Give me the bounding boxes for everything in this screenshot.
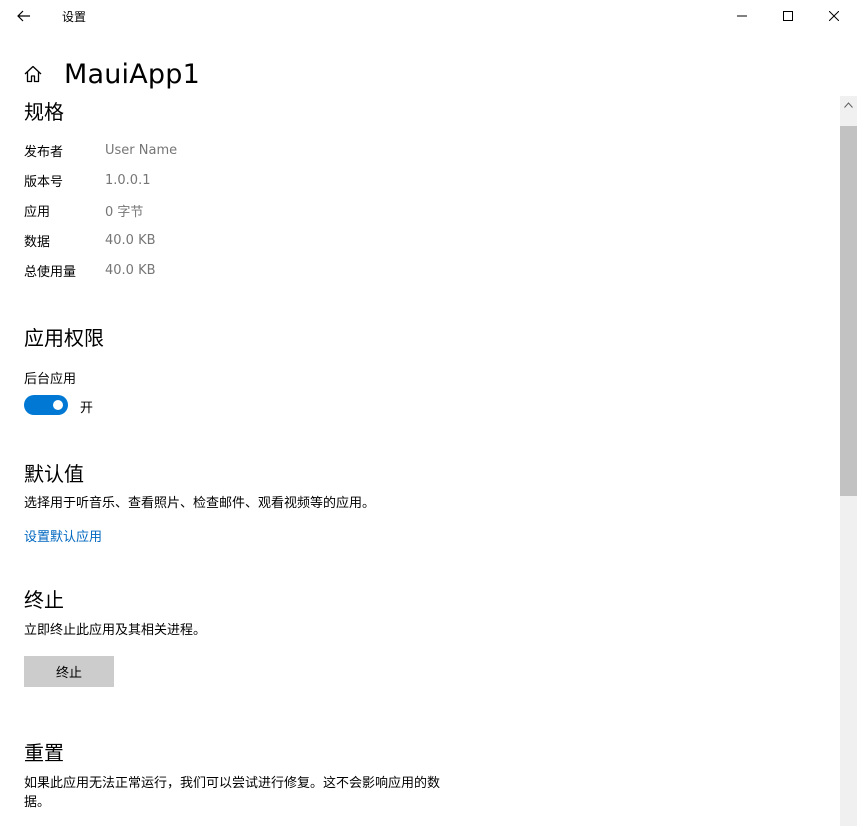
close-icon — [829, 11, 839, 21]
arrow-left-icon — [17, 10, 30, 22]
spec-value: 1.0.0.1 — [105, 172, 151, 188]
spec-row-version: 版本号 1.0.0.1 — [24, 170, 150, 190]
scroll-up-button[interactable] — [840, 96, 857, 113]
minimize-icon — [737, 15, 747, 17]
spec-value: 40.0 KB — [105, 232, 156, 248]
background-apps-label: 后台应用 — [24, 372, 77, 387]
maximize-button[interactable] — [765, 0, 811, 32]
spec-row-publisher: 发布者 User Name — [24, 140, 177, 160]
page-header: MauiApp1 — [22, 56, 200, 92]
close-button[interactable] — [811, 0, 857, 32]
spec-value: 0 字节 — [105, 204, 144, 220]
reset-description-line1: 如果此应用无法正常运行，我们可以尝试进行修复。这不会影响应用的数 — [24, 776, 441, 791]
defaults-section-title: 默认值 — [24, 462, 84, 486]
spec-label: 发布者 — [24, 144, 64, 160]
spec-label: 应用 — [24, 204, 51, 220]
terminate-button[interactable]: 终止 — [24, 656, 114, 687]
title-bar: 设置 — [0, 0, 857, 32]
maximize-icon — [783, 11, 793, 21]
spec-row-app-size: 应用 0 字节 — [24, 200, 143, 220]
page-title: MauiApp1 — [64, 58, 200, 90]
spec-row-total-usage: 总使用量 40.0 KB — [24, 260, 156, 280]
spec-value: User Name — [105, 142, 178, 158]
home-icon — [24, 65, 42, 83]
specs-section-title: 规格 — [24, 100, 64, 124]
toggle-state-label: 开 — [80, 401, 94, 416]
set-default-apps-link[interactable]: 设置默认应用 — [24, 526, 102, 545]
spec-row-data-size: 数据 40.0 KB — [24, 230, 156, 250]
vertical-scrollbar[interactable] — [840, 96, 857, 826]
spec-label: 总使用量 — [24, 264, 77, 280]
home-button[interactable] — [22, 63, 44, 85]
permissions-section-title: 应用权限 — [24, 326, 104, 350]
terminate-description: 立即终止此应用及其相关进程。 — [24, 623, 207, 638]
chevron-up-icon — [844, 101, 853, 108]
back-button[interactable] — [8, 2, 40, 30]
scroll-thumb[interactable] — [840, 126, 857, 496]
spec-value: 40.0 KB — [105, 262, 156, 278]
spec-label: 版本号 — [24, 174, 64, 190]
spec-label: 数据 — [24, 234, 51, 250]
window-title: 设置 — [62, 10, 87, 24]
terminate-section-title: 终止 — [24, 588, 64, 612]
reset-section-title: 重置 — [24, 741, 64, 765]
toggle-knob — [53, 400, 63, 410]
background-apps-toggle[interactable] — [24, 395, 68, 415]
minimize-button[interactable] — [719, 0, 765, 32]
reset-description-line2: 据。 — [24, 795, 51, 810]
defaults-description: 选择用于听音乐、查看照片、检查邮件、观看视频等的应用。 — [24, 496, 376, 511]
